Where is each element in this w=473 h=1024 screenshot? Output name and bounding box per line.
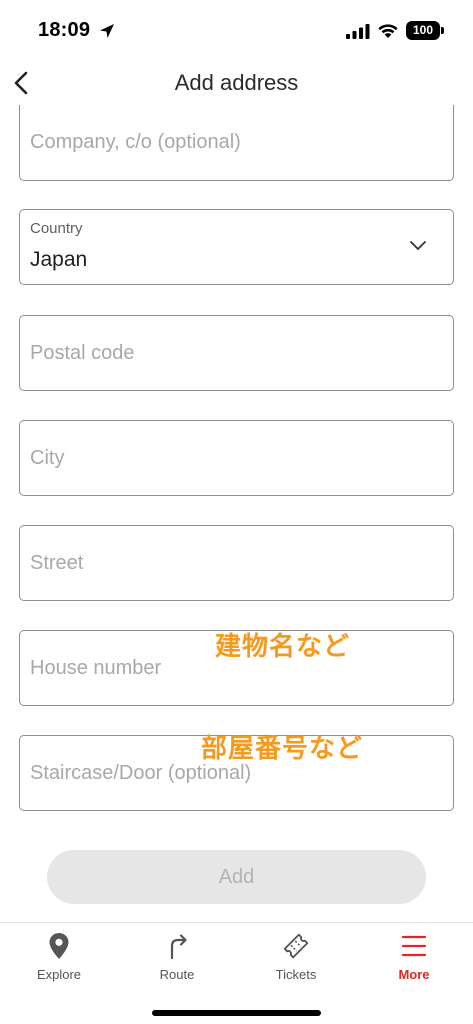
street-placeholder: Street (30, 551, 84, 574)
staircase-annotation: 部屋番号など (201, 734, 364, 764)
tab-more-label: More (398, 967, 430, 982)
menu-icon (401, 935, 427, 957)
status-time: 18:09 (38, 19, 91, 41)
tab-route[interactable]: Route (132, 931, 222, 991)
city-field[interactable]: City (19, 420, 454, 496)
status-bar: 18:09 100 (0, 0, 473, 60)
battery-nub (441, 27, 444, 34)
home-indicator (152, 1010, 321, 1016)
battery-indicator: 100 (406, 21, 440, 40)
tab-explore-label: Explore (36, 967, 82, 982)
country-value: Japan (30, 248, 88, 271)
navigation-header: Add address (0, 60, 473, 110)
tab-tickets[interactable]: Tickets (251, 931, 341, 991)
country-select[interactable]: Country Japan (19, 209, 454, 285)
tab-explore[interactable]: Explore (14, 931, 104, 991)
ticket-icon (283, 933, 309, 959)
wifi-icon (378, 24, 398, 38)
house-number-annotation: 建物名など (215, 632, 351, 662)
tab-tickets-label: Tickets (275, 967, 317, 982)
postal-code-placeholder: Postal code (30, 341, 135, 364)
company-placeholder: Company, c/o (optional) (30, 131, 241, 153)
add-button[interactable]: Add (47, 850, 426, 904)
location-pin-icon (49, 933, 69, 959)
postal-code-field[interactable]: Postal code (19, 315, 454, 391)
page-title: Add address (174, 70, 299, 95)
route-arrow-icon (170, 934, 187, 960)
cellular-signal-icon (346, 24, 370, 39)
country-label: Country (30, 220, 83, 237)
tab-route-label: Route (159, 967, 195, 982)
company-field[interactable]: Company, c/o (optional) (19, 105, 454, 181)
tab-more[interactable]: More (369, 931, 459, 991)
street-field[interactable]: Street (19, 525, 454, 601)
chevron-down-icon (410, 241, 426, 250)
location-arrow-icon (100, 24, 114, 38)
tab-bar: Explore Route Tickets More (0, 922, 473, 1024)
city-placeholder: City (30, 446, 65, 469)
house-number-placeholder: House number (30, 656, 162, 679)
